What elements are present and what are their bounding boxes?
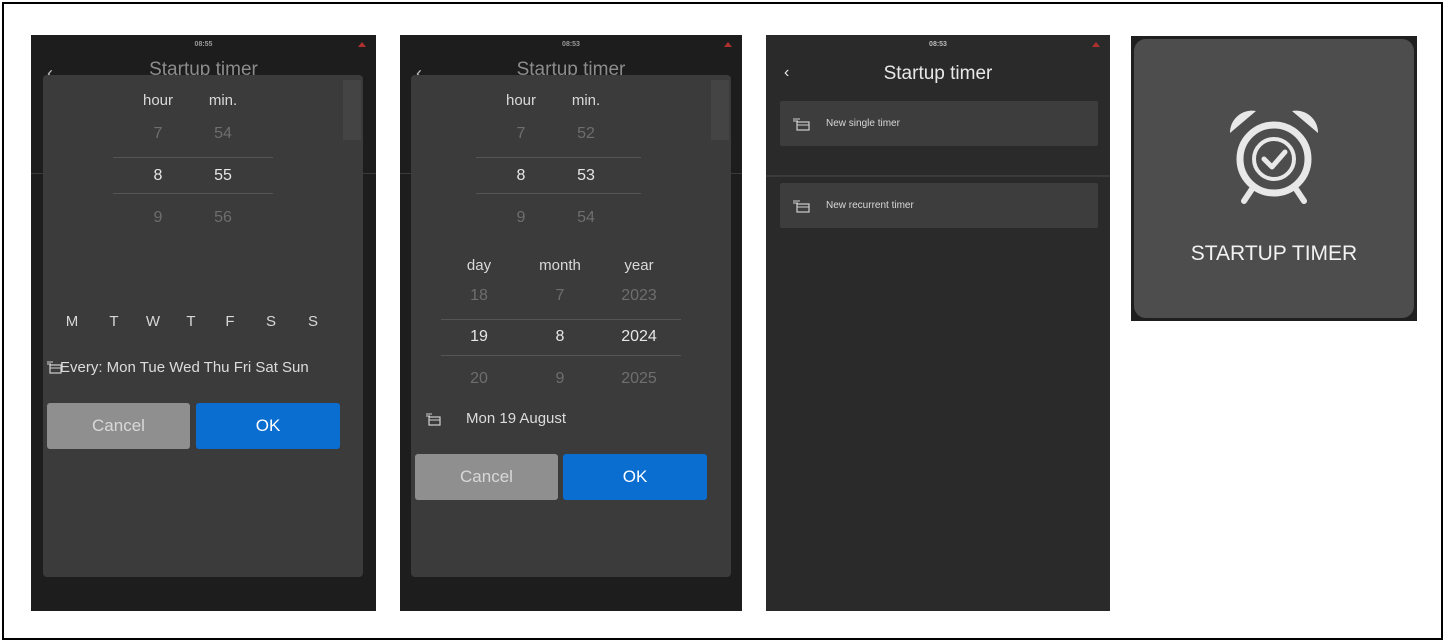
weekday-wed[interactable]: W	[142, 313, 164, 330]
ok-button[interactable]: OK	[563, 454, 707, 500]
selection-line-bottom	[113, 193, 273, 194]
min-column-label: min.	[208, 92, 238, 109]
hour-value-selected[interactable]: 8	[491, 167, 551, 185]
new-single-timer-button[interactable]: New single timer	[780, 101, 1098, 146]
status-time: 08:55	[194, 41, 213, 48]
day-value-prev[interactable]: 18	[449, 287, 509, 305]
selection-line-top	[441, 319, 681, 320]
selection-line-bottom	[476, 193, 641, 194]
time-picker-dialog: hour min. 7 8 9 54 55 56 M T W T F S S E…	[43, 75, 363, 577]
min-value-next[interactable]: 56	[193, 209, 253, 227]
status-time: 08:53	[562, 41, 580, 48]
screen-single-timer-picker: 08:53 ‹ Startup timer hour min. 7 8 9 52…	[400, 35, 742, 611]
cancel-button[interactable]: Cancel	[47, 403, 190, 449]
alarm-clock-check-icon	[1229, 110, 1319, 204]
divider	[766, 175, 1110, 177]
ok-button[interactable]: OK	[196, 403, 340, 449]
date-summary: Mon 19 August	[466, 410, 567, 427]
hour-value-next[interactable]: 9	[128, 209, 188, 227]
min-value-next[interactable]: 54	[556, 209, 616, 227]
min-value-prev[interactable]: 52	[556, 125, 616, 143]
year-column-label: year	[624, 257, 654, 274]
weekday-sun[interactable]: S	[302, 313, 324, 330]
selection-line-bottom	[441, 355, 681, 356]
notification-icon	[724, 42, 732, 47]
page-title: Startup timer	[883, 63, 993, 84]
hour-value-prev[interactable]: 7	[491, 125, 551, 143]
weekday-tue[interactable]: T	[103, 313, 125, 330]
day-column-label: day	[466, 257, 492, 274]
menu-item-label: New single timer	[826, 118, 900, 129]
hour-value-next[interactable]: 9	[491, 209, 551, 227]
tile-label: STARTUP TIMER	[1190, 242, 1358, 265]
month-value-prev[interactable]: 7	[530, 287, 590, 305]
repeat-summary: Every: Mon Tue Wed Thu Fri Sat Sun	[60, 359, 309, 376]
min-value-selected[interactable]: 53	[556, 167, 616, 185]
status-time: 08:53	[929, 41, 947, 48]
calendar-icon	[426, 413, 441, 426]
calendar-icon	[793, 118, 810, 131]
hour-value-prev[interactable]: 7	[128, 125, 188, 143]
weekday-mon[interactable]: M	[61, 313, 83, 330]
day-value-selected[interactable]: 19	[449, 328, 509, 346]
scrollbar[interactable]	[711, 80, 729, 140]
selection-line-top	[113, 157, 273, 158]
year-value-next[interactable]: 2025	[609, 370, 669, 388]
month-column-label: month	[539, 257, 581, 274]
menu-item-label: New recurrent timer	[826, 200, 914, 211]
screen-startup-timer-list: 08:53 ‹ Startup timer New single timer N…	[766, 35, 1110, 611]
min-value-selected[interactable]: 55	[193, 167, 253, 185]
hour-column-label: hour	[142, 92, 174, 109]
cancel-button[interactable]: Cancel	[415, 454, 558, 500]
min-column-label: min.	[571, 92, 601, 109]
notification-icon	[1092, 42, 1100, 47]
tile-background: STARTUP TIMER	[1134, 39, 1414, 318]
weekday-fri[interactable]: F	[219, 313, 241, 330]
hour-column-label: hour	[505, 92, 537, 109]
selection-line-top	[476, 157, 641, 158]
year-value-prev[interactable]: 2023	[609, 287, 669, 305]
screen-recurrent-timer-picker: 08:55 ‹ Startup timer hour min. 7 8 9 54…	[31, 35, 376, 611]
notification-icon	[358, 42, 366, 47]
calendar-icon	[793, 200, 810, 213]
hour-value-selected[interactable]: 8	[128, 167, 188, 185]
weekday-sat[interactable]: S	[260, 313, 282, 330]
month-value-selected[interactable]: 8	[530, 328, 590, 346]
scrollbar[interactable]	[343, 80, 361, 140]
weekday-thu[interactable]: T	[180, 313, 202, 330]
date-time-picker-dialog: hour min. 7 8 9 52 53 54 day month year …	[411, 75, 731, 577]
year-value-selected[interactable]: 2024	[609, 328, 669, 346]
day-value-next[interactable]: 20	[449, 370, 509, 388]
startup-timer-tile[interactable]: STARTUP TIMER	[1131, 36, 1417, 321]
month-value-next[interactable]: 9	[530, 370, 590, 388]
new-recurrent-timer-button[interactable]: New recurrent timer	[780, 183, 1098, 228]
min-value-prev[interactable]: 54	[193, 125, 253, 143]
